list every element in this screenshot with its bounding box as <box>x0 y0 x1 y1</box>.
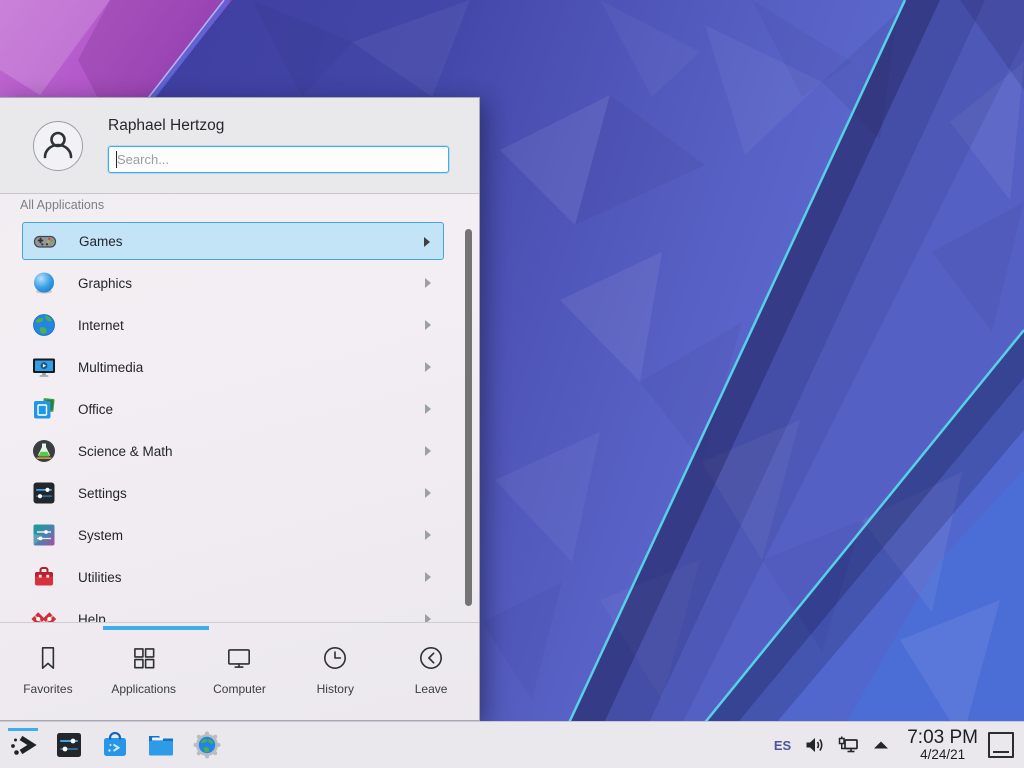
submenu-arrow-icon <box>424 277 432 289</box>
volume-button[interactable] <box>804 734 826 756</box>
submenu-arrow-icon <box>424 487 432 499</box>
clock-icon <box>320 643 350 673</box>
tab-label: Applications <box>111 682 176 696</box>
system-settings-button[interactable] <box>52 726 86 764</box>
settings-sliders-icon <box>31 480 57 506</box>
submenu-arrow-icon <box>424 361 432 373</box>
app-category-label: Graphics <box>78 276 132 291</box>
app-category-label: Help <box>78 612 106 623</box>
expand-tray-button[interactable] <box>870 734 892 756</box>
tab-label: Leave <box>415 682 448 696</box>
tab-history[interactable]: History <box>287 630 383 721</box>
tab-applications[interactable]: Applications <box>96 630 192 721</box>
gamepad-icon <box>32 228 58 254</box>
grid-icon <box>129 643 159 673</box>
web-browser-button[interactable] <box>190 726 224 764</box>
system-settings-icon <box>54 730 84 760</box>
network-icon <box>837 734 859 756</box>
taskbar-panel: ES 7:03 PM 4/24/21 <box>0 721 1024 768</box>
keyboard-layout-indicator[interactable]: ES <box>774 738 791 753</box>
list-scrollbar[interactable] <box>465 229 472 606</box>
clock-time: 7:03 PM <box>907 728 978 748</box>
app-category-label: System <box>78 528 123 543</box>
user-avatar-icon[interactable] <box>33 121 83 171</box>
launcher-header: Raphael Hertzog <box>0 98 479 194</box>
app-category-label: Office <box>78 402 113 417</box>
tabbar-separator <box>0 622 479 623</box>
multimedia-monitor-icon <box>31 354 57 380</box>
tab-label: Computer <box>213 682 266 696</box>
tab-leave[interactable]: Leave <box>383 630 479 721</box>
bookmark-icon <box>33 643 63 673</box>
app-category-science-math[interactable]: Science & Math <box>22 432 444 470</box>
dolphin-folder-icon <box>146 730 176 760</box>
app-category-label: Utilities <box>78 570 122 585</box>
submenu-arrow-icon <box>424 529 432 541</box>
app-category-label: Multimedia <box>78 360 143 375</box>
show-desktop-button[interactable] <box>988 732 1014 758</box>
app-category-games[interactable]: Games <box>22 222 444 260</box>
volume-icon <box>804 734 826 756</box>
launcher-tabbar: Favorites Applications Computer History <box>0 630 479 721</box>
text-caret <box>116 151 117 168</box>
search-input[interactable] <box>108 146 449 173</box>
app-launcher-button[interactable] <box>6 726 40 764</box>
expand-tray-icon <box>870 734 892 756</box>
submenu-arrow-icon <box>424 319 432 331</box>
help-lifebuoy-icon <box>31 606 57 622</box>
app-category-graphics[interactable]: Graphics <box>22 264 444 302</box>
application-category-list: Games Graphics Internet <box>0 222 479 622</box>
system-sliders-icon <box>31 522 57 548</box>
leave-icon <box>416 643 446 673</box>
utilities-toolbox-icon <box>31 564 57 590</box>
kickoff-launcher-icon <box>8 730 38 760</box>
file-manager-button[interactable] <box>144 726 178 764</box>
konqueror-globe-icon <box>192 730 222 760</box>
submenu-arrow-icon <box>424 403 432 415</box>
app-category-label: Games <box>79 234 123 249</box>
graphics-sphere-icon <box>31 270 57 296</box>
app-category-label: Science & Math <box>78 444 173 459</box>
section-label: All Applications <box>20 198 104 212</box>
app-category-settings[interactable]: Settings <box>22 474 444 512</box>
office-document-icon <box>31 396 57 422</box>
clock-date: 4/24/21 <box>907 748 978 762</box>
globe-icon <box>31 312 57 338</box>
monitor-icon <box>224 643 254 673</box>
submenu-arrow-icon <box>424 445 432 457</box>
discover-button[interactable] <box>98 726 132 764</box>
submenu-arrow-icon <box>424 613 432 622</box>
app-category-internet[interactable]: Internet <box>22 306 444 344</box>
tab-label: History <box>317 682 354 696</box>
user-name: Raphael Hertzog <box>108 117 224 135</box>
network-button[interactable] <box>837 734 859 756</box>
app-category-multimedia[interactable]: Multimedia <box>22 348 444 386</box>
tab-favorites[interactable]: Favorites <box>0 630 96 721</box>
app-category-system[interactable]: System <box>22 516 444 554</box>
tab-label: Favorites <box>23 682 72 696</box>
submenu-arrow-icon <box>424 571 432 583</box>
application-launcher-menu: Raphael Hertzog All Applications Games <box>0 97 480 721</box>
app-category-help[interactable]: Help <box>22 600 444 622</box>
app-category-label: Settings <box>78 486 127 501</box>
digital-clock[interactable]: 7:03 PM 4/24/21 <box>907 728 978 762</box>
science-flask-icon <box>31 438 57 464</box>
tab-computer[interactable]: Computer <box>192 630 288 721</box>
app-category-label: Internet <box>78 318 124 333</box>
app-category-utilities[interactable]: Utilities <box>22 558 444 596</box>
submenu-arrow-icon <box>423 236 431 248</box>
discover-icon <box>100 730 130 760</box>
app-category-office[interactable]: Office <box>22 390 444 428</box>
launcher-active-indicator <box>8 728 38 731</box>
